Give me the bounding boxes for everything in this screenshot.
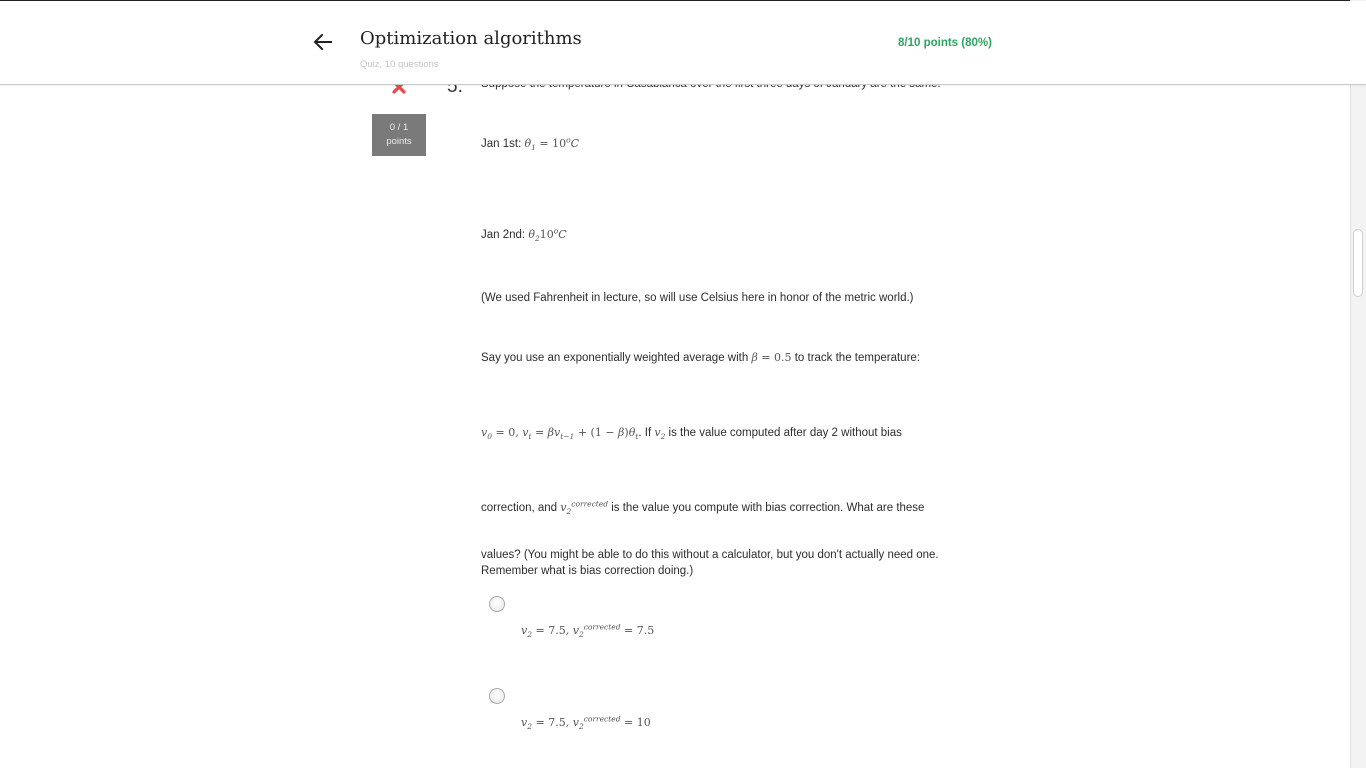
option-2-v2: 7.5: [548, 716, 566, 729]
recurrence-formula: v0 = 0, vt = βvt−1 + (1 − β)θt: [481, 426, 639, 442]
option-2-radio[interactable]: [489, 688, 505, 704]
scrollbar-track[interactable]: [1350, 0, 1366, 768]
formula-mid: . If: [638, 427, 655, 439]
option-2-v2-corrected: 10: [636, 716, 651, 729]
arrow-left-icon: [313, 33, 332, 51]
jan2-label: Jan 2nd:: [481, 229, 529, 241]
option-1-radio[interactable]: [489, 596, 505, 612]
quiz-content: 0 / 1 points 5. Suppose the temperature …: [0, 0, 1350, 768]
correction-line: correction, and v2corrected is the value…: [481, 500, 924, 516]
correction-pre: correction, and: [481, 502, 561, 514]
points-badge: 0 / 1 points: [372, 114, 426, 156]
ewa-pre: Say you use an exponentially weighted av…: [481, 352, 752, 364]
ewa-post: to track the temperature:: [791, 352, 920, 364]
points-score: 0 / 1: [389, 122, 409, 133]
beta-formula: β = 0.5: [751, 351, 792, 364]
jan2-formula: θ210oC: [528, 226, 567, 244]
recurrence-line: v0 = 0, vt = βvt−1 + (1 − β)θt. If v2 is…: [481, 425, 902, 441]
scrollbar-thumb[interactable]: [1353, 229, 1363, 297]
option-1-label[interactable]: v2 = 7.5, v2corrected = 7.5: [521, 623, 655, 638]
option-2-label[interactable]: v2 = 7.5, v2corrected = 10: [521, 715, 651, 730]
metric-note: (We used Fahrenheit in lecture, so will …: [481, 292, 914, 304]
score-summary: 8/10 points (80%): [898, 37, 992, 49]
option-1-v2-corrected: 7.5: [636, 624, 655, 637]
v2-corrected-symbol: v2corrected: [560, 499, 609, 517]
jan2-line: Jan 2nd: θ210oC: [481, 227, 567, 243]
back-button[interactable]: [310, 29, 336, 55]
page-title: Optimization algorithms: [360, 28, 582, 49]
jan1-formula: θ1 = 10oC: [524, 135, 580, 153]
correction-post: is the value you compute with bias corre…: [608, 502, 925, 514]
jan1-line: Jan 1st: θ1 = 10oC: [481, 136, 579, 152]
ewa-line: Say you use an exponentially weighted av…: [481, 350, 920, 366]
quiz-subtitle: Quiz, 10 questions: [360, 59, 439, 70]
formula-post: is the value computed after day 2 withou…: [665, 427, 902, 439]
values-text: values? (You might be able to do this wi…: [481, 549, 939, 577]
quiz-header: Optimization algorithms Quiz, 10 questio…: [0, 1, 1366, 85]
jan1-label: Jan 1st:: [481, 138, 525, 150]
v2-symbol: v2: [654, 426, 666, 442]
points-label: points: [386, 136, 412, 147]
option-1-v2: 7.5: [548, 624, 566, 637]
